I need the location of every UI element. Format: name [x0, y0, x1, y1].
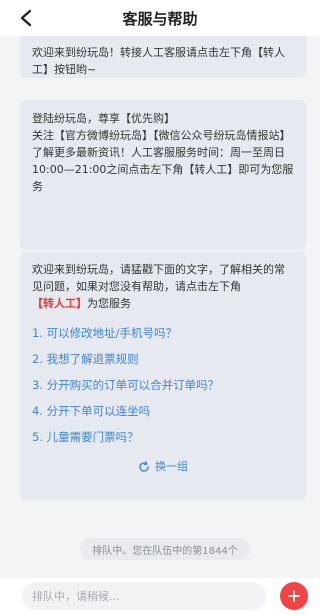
message-input[interactable] [22, 582, 266, 610]
faq-item[interactable]: 5. 儿童需要门票吗？ [32, 424, 294, 450]
composer [0, 578, 320, 614]
welcome-message-text: 欢迎来到纷玩岛！转接人工客服请点击左下角【转人工】按钮哟~ [32, 46, 285, 76]
welcome-message: 欢迎来到纷玩岛！转接人工客服请点击左下角【转人工】按钮哟~ [20, 36, 306, 78]
refresh-button[interactable]: 换一组 [32, 458, 294, 475]
refresh-label: 换一组 [155, 460, 188, 473]
plus-icon [288, 590, 300, 602]
login-message: 登陆纷玩岛，尊享【优先购】 关注【官方微博纷玩岛】【微信公众号纷玩岛情报站】了解… [20, 100, 306, 250]
refresh-icon [139, 460, 149, 472]
faq-intro-end: 为您服务 [87, 297, 131, 310]
faq-item[interactable]: 1. 可以修改地址/手机号吗？ [32, 320, 294, 346]
login-message-line2: 关注【官方微博纷玩岛】【微信公众号纷玩岛情报站】了解更多最新资讯！人工客服服务时… [32, 129, 294, 193]
add-button[interactable] [280, 582, 308, 610]
login-message-line1: 登陆纷玩岛，尊享【优先购】 [32, 112, 175, 125]
faq-item[interactable]: 3. 分开购买的订单可以合并订单吗？ [32, 372, 294, 398]
faq-list: 1. 可以修改地址/手机号吗？ 2. 我想了解退票规则 3. 分开购买的订单可以… [32, 320, 294, 450]
faq-intro-highlight: 【转人工】 [32, 297, 87, 310]
page-title: 客服与帮助 [122, 9, 198, 28]
queue-status: 排队中。您在队伍中的第1844个 [80, 538, 250, 560]
faq-item[interactable]: 4. 分开下单可以连坐吗 [32, 398, 294, 424]
faq-message: 欢迎来到纷玩岛，请猛戳下面的文字，了解相关的常见问题，如果对您没有帮助，请点击左… [20, 251, 306, 501]
faq-intro-text: 欢迎来到纷玩岛，请猛戳下面的文字，了解相关的常见问题，如果对您没有帮助，请点击左… [32, 263, 285, 293]
header: 客服与帮助 [0, 0, 320, 36]
faq-intro: 欢迎来到纷玩岛，请猛戳下面的文字，了解相关的常见问题，如果对您没有帮助，请点击左… [32, 261, 294, 312]
chevron-left-icon [20, 9, 32, 27]
chat-area[interactable]: 欢迎来到纷玩岛！转接人工客服请点击左下角【转人工】按钮哟~ 登陆纷玩岛，尊享【优… [0, 36, 320, 578]
back-button[interactable] [14, 6, 38, 30]
faq-item[interactable]: 2. 我想了解退票规则 [32, 346, 294, 372]
